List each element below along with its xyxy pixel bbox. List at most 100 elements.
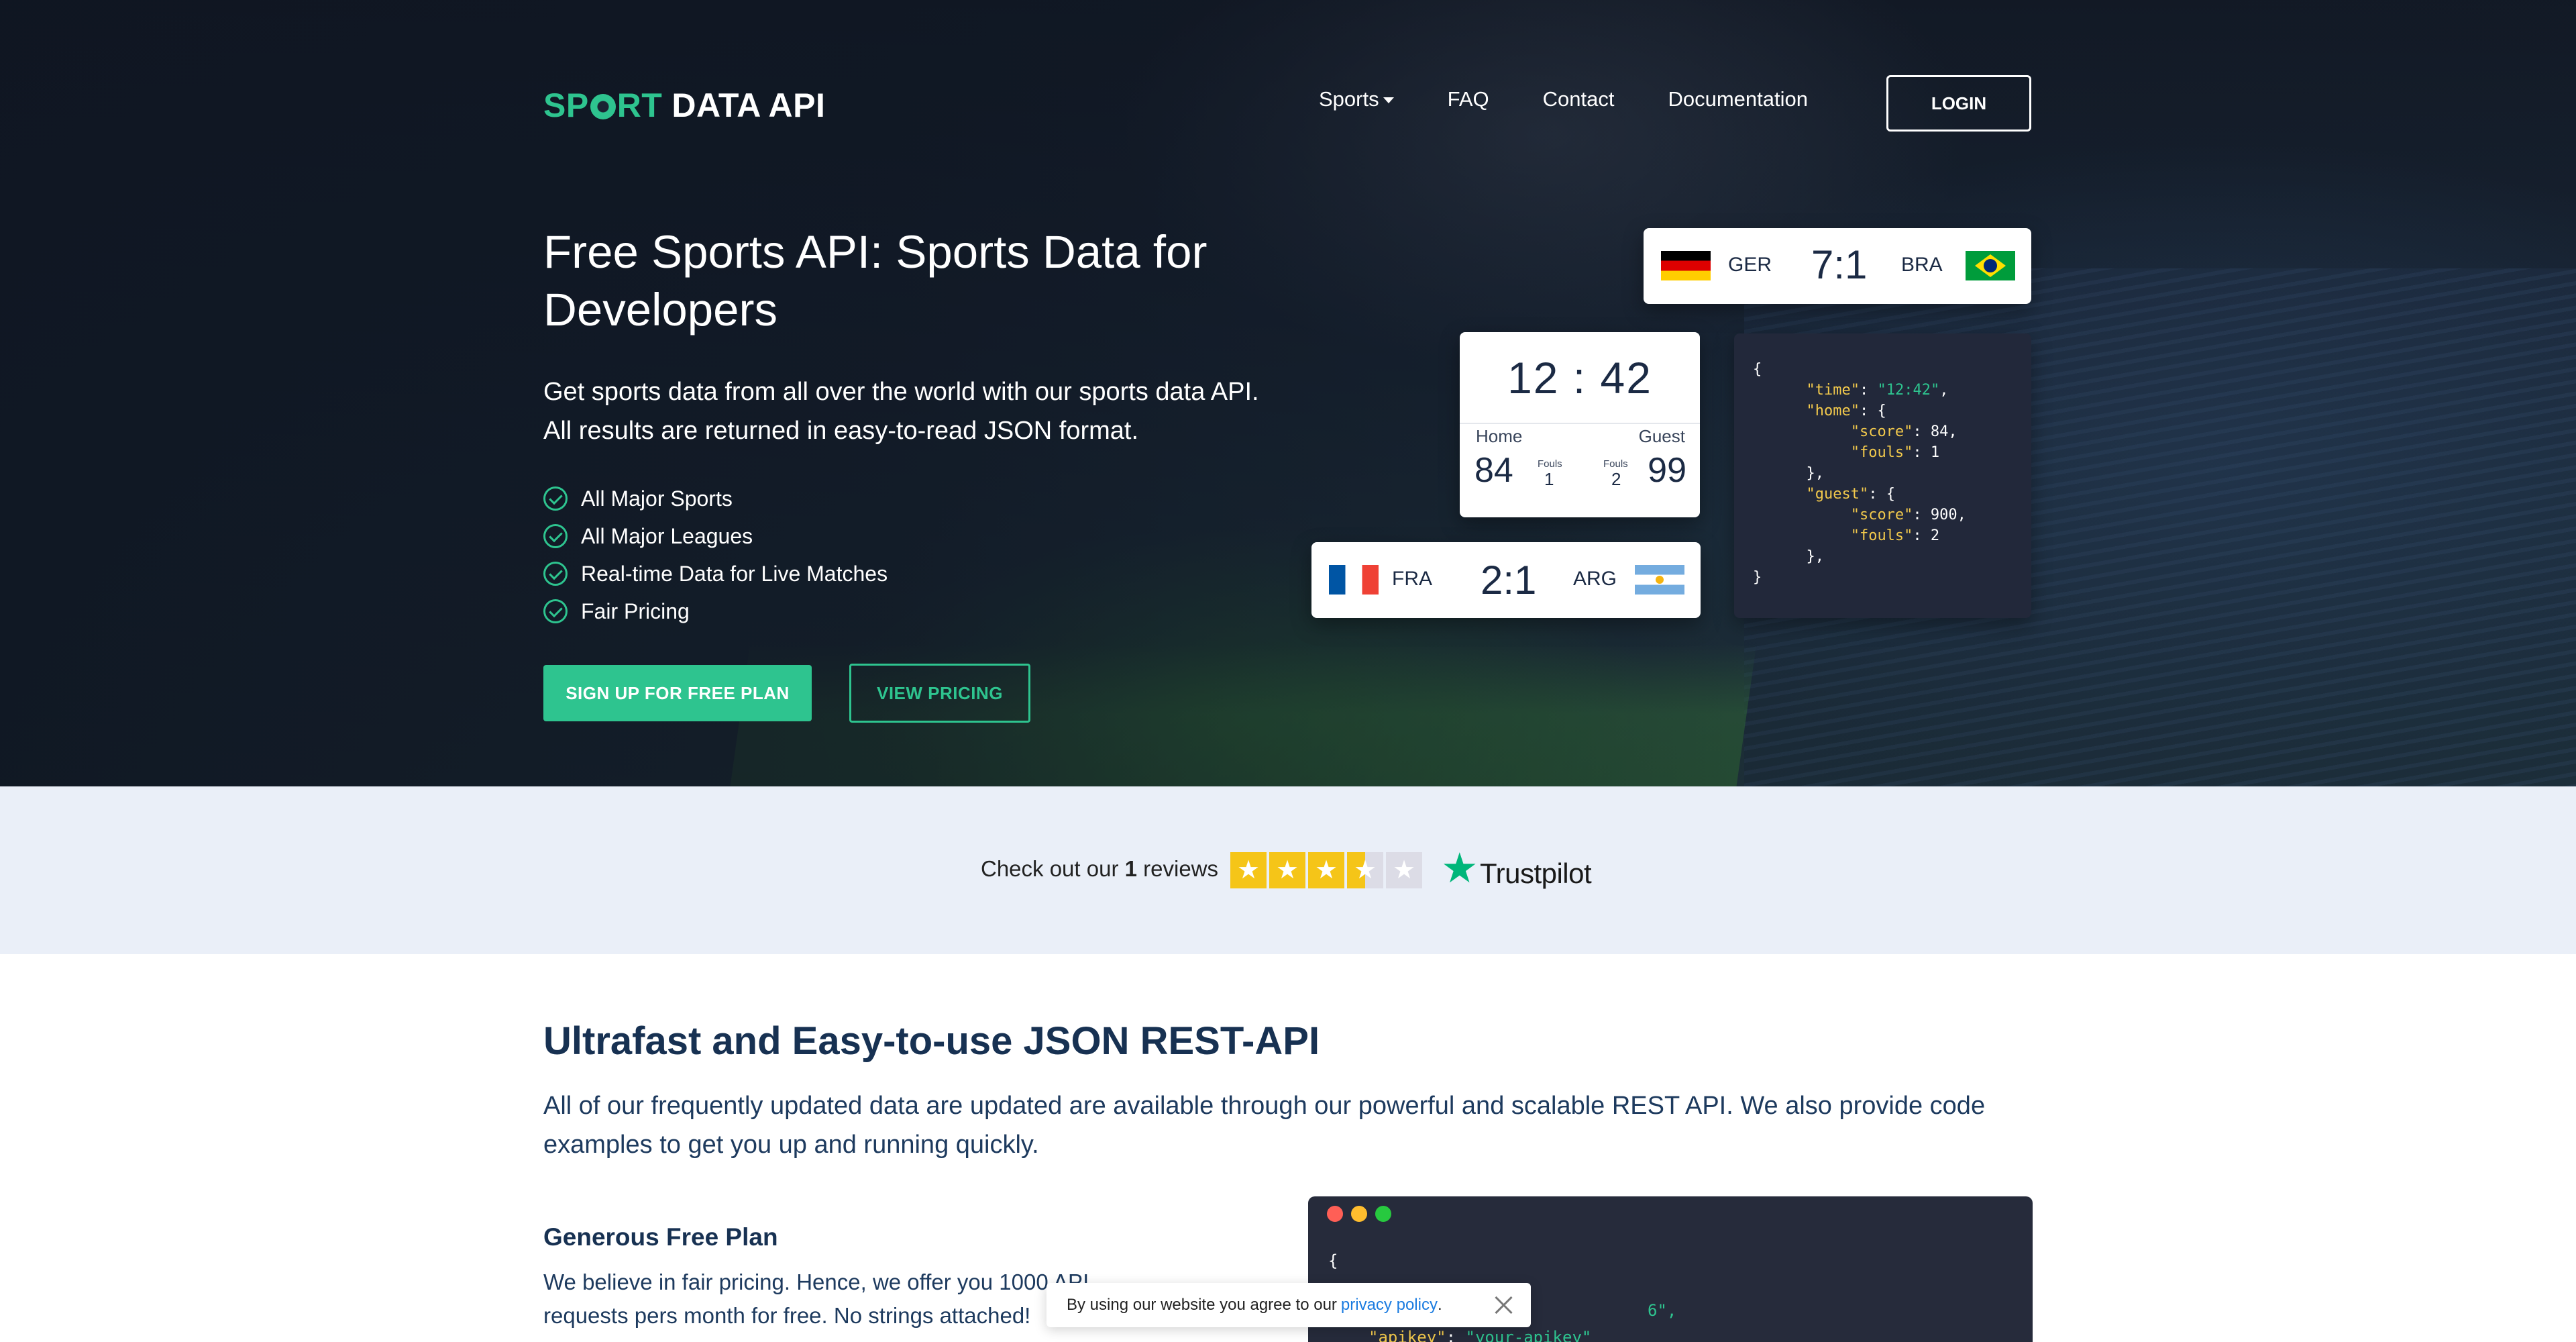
json-key: "fouls" bbox=[1850, 527, 1913, 544]
json-preview-card: { "time": "12:42", "home": { "score": 84… bbox=[1734, 333, 2031, 618]
hero-description: Get sports data from all over the world … bbox=[543, 372, 1308, 450]
star-full-icon: ★ bbox=[1308, 852, 1344, 888]
nav-sports-label: Sports bbox=[1319, 87, 1379, 111]
star-empty-icon: ★ bbox=[1386, 852, 1422, 888]
nav-sports-dropdown[interactable]: Sports bbox=[1319, 87, 1394, 111]
team-away: ARG bbox=[1573, 568, 1617, 590]
check-circle-icon bbox=[543, 486, 568, 511]
logo-data-api: DATA API bbox=[672, 87, 826, 124]
guest-score: 99 bbox=[1648, 451, 1686, 490]
cookie-text: By using our website you agree to our bbox=[1067, 1296, 1337, 1314]
feature-label: Real-time Data for Live Matches bbox=[581, 561, 888, 586]
privacy-policy-link[interactable]: privacy policy bbox=[1341, 1296, 1438, 1314]
divider bbox=[1460, 423, 1700, 424]
main-nav: Sports FAQ Contact Documentation bbox=[1319, 87, 1862, 111]
code-key: "apikey" bbox=[1368, 1328, 1446, 1342]
feature-item: All Major Leagues bbox=[543, 517, 888, 555]
json-value: 84 bbox=[1930, 423, 1949, 440]
json-value: 900 bbox=[1930, 507, 1957, 523]
window-minimize-dot-icon bbox=[1351, 1206, 1367, 1222]
caret-down-icon bbox=[1383, 97, 1394, 104]
code-line: { bbox=[1328, 1251, 1338, 1270]
hero-title: Free Sports API: Sports Data for Develop… bbox=[543, 226, 1208, 336]
star-full-icon: ★ bbox=[1269, 852, 1305, 888]
feature-label: All Major Leagues bbox=[581, 523, 753, 548]
logo-sport-part1: SP bbox=[543, 87, 589, 124]
germany-flag-icon bbox=[1661, 251, 1711, 280]
json-key: "score" bbox=[1850, 507, 1913, 523]
json-brace: } bbox=[1753, 569, 1762, 586]
reviews-text[interactable]: Check out our 1 reviews bbox=[981, 856, 1218, 882]
home-fouls-label: Fouls bbox=[1538, 458, 1562, 470]
guest-label: Guest bbox=[1638, 426, 1685, 446]
team-home: GER bbox=[1728, 254, 1772, 276]
reviews-text-pre: Check out our bbox=[981, 856, 1125, 881]
section-description: All of our frequently updated data are u… bbox=[543, 1092, 1986, 1159]
window-close-dot-icon bbox=[1327, 1206, 1343, 1222]
feature-list: All Major Sports All Major Leagues Real-… bbox=[543, 480, 888, 630]
free-plan-description: We believe in fair pricing. Hence, we of… bbox=[543, 1270, 1089, 1328]
guest-fouls: 2 bbox=[1611, 469, 1621, 489]
signup-free-plan-button[interactable]: SIGN UP FOR FREE PLAN bbox=[543, 665, 812, 721]
nav-documentation[interactable]: Documentation bbox=[1668, 87, 1808, 111]
nav-faq[interactable]: FAQ bbox=[1448, 87, 1489, 111]
json-value: 1 bbox=[1930, 444, 1940, 461]
match-score: 7:1 bbox=[1811, 242, 1868, 287]
window-maximize-dot-icon bbox=[1375, 1206, 1391, 1222]
site-logo[interactable]: SP RT DATA API bbox=[543, 86, 825, 125]
feature-item: Fair Pricing bbox=[543, 592, 888, 630]
check-circle-icon bbox=[543, 562, 568, 586]
json-key: "fouls" bbox=[1850, 444, 1913, 461]
section-title: Ultrafast and Easy-to-use JSON REST-API bbox=[543, 1019, 1320, 1063]
trustpilot-logo[interactable]: Trustpilot bbox=[1480, 858, 1592, 890]
cookie-banner: By using our website you agree to our pr… bbox=[1046, 1283, 1531, 1327]
team-home: FRA bbox=[1392, 568, 1432, 590]
trustpilot-star-icon: ★ bbox=[1441, 845, 1479, 892]
hero-description-line2: All results are returned in easy-to-read… bbox=[543, 417, 1139, 445]
free-plan-title: Generous Free Plan bbox=[543, 1223, 778, 1251]
hero-description-line1: Get sports data from all over the world … bbox=[543, 378, 1259, 406]
reviews-text-post: reviews bbox=[1136, 856, 1219, 881]
match-card-fra-arg: FRA 2:1 ARG bbox=[1311, 542, 1701, 618]
home-label: Home bbox=[1476, 426, 1523, 446]
star-half-icon: ★ bbox=[1347, 852, 1383, 888]
code-value: "your-apikey" bbox=[1465, 1328, 1592, 1342]
nav-contact[interactable]: Contact bbox=[1543, 87, 1615, 111]
feature-label: Fair Pricing bbox=[581, 599, 690, 623]
home-fouls: 1 bbox=[1544, 469, 1554, 489]
check-circle-icon bbox=[543, 524, 568, 548]
soccer-ball-icon bbox=[590, 94, 616, 119]
json-key: "home" bbox=[1806, 403, 1860, 419]
json-value: "12:42" bbox=[1877, 382, 1940, 399]
check-circle-icon bbox=[543, 599, 568, 623]
trustpilot-rating-stars[interactable]: ★ ★ ★ ★ ★ bbox=[1230, 852, 1425, 888]
reviews-count: 1 bbox=[1124, 856, 1137, 881]
code-line: "apikey": "your-apikey" bbox=[1368, 1328, 1591, 1342]
code-line: 6", bbox=[1648, 1301, 1676, 1320]
login-button[interactable]: LOGIN bbox=[1886, 75, 2031, 132]
match-card-ger-bra: GER 7:1 BRA bbox=[1644, 228, 2031, 304]
feature-item: All Major Sports bbox=[543, 480, 888, 517]
feature-label: All Major Sports bbox=[581, 486, 733, 511]
scoreboard-clock-card: 12 : 42 Home Guest 84 Fouls 1 Fouls 2 99 bbox=[1460, 332, 1700, 517]
view-pricing-button[interactable]: VIEW PRICING bbox=[849, 664, 1030, 723]
brazil-flag-icon bbox=[1966, 251, 2015, 280]
json-key: "score" bbox=[1850, 423, 1913, 440]
france-flag-icon bbox=[1329, 565, 1379, 595]
code-value: 6", bbox=[1648, 1301, 1677, 1320]
feature-item: Real-time Data for Live Matches bbox=[543, 555, 888, 592]
match-score: 2:1 bbox=[1481, 558, 1537, 603]
json-key: "time" bbox=[1806, 382, 1860, 399]
cookie-text-end: . bbox=[1437, 1296, 1442, 1314]
game-clock: 12 : 42 bbox=[1507, 353, 1652, 403]
guest-fouls-label: Fouls bbox=[1603, 458, 1628, 470]
star-full-icon: ★ bbox=[1230, 852, 1267, 888]
json-brace: { bbox=[1753, 361, 1762, 378]
json-value: 2 bbox=[1930, 527, 1940, 544]
home-score: 84 bbox=[1474, 451, 1513, 490]
argentina-flag-icon bbox=[1635, 565, 1684, 595]
json-key: "guest" bbox=[1806, 486, 1869, 503]
close-icon[interactable] bbox=[1492, 1294, 1515, 1317]
logo-sport-part2: RT bbox=[616, 87, 663, 124]
team-away: BRA bbox=[1901, 254, 1943, 276]
